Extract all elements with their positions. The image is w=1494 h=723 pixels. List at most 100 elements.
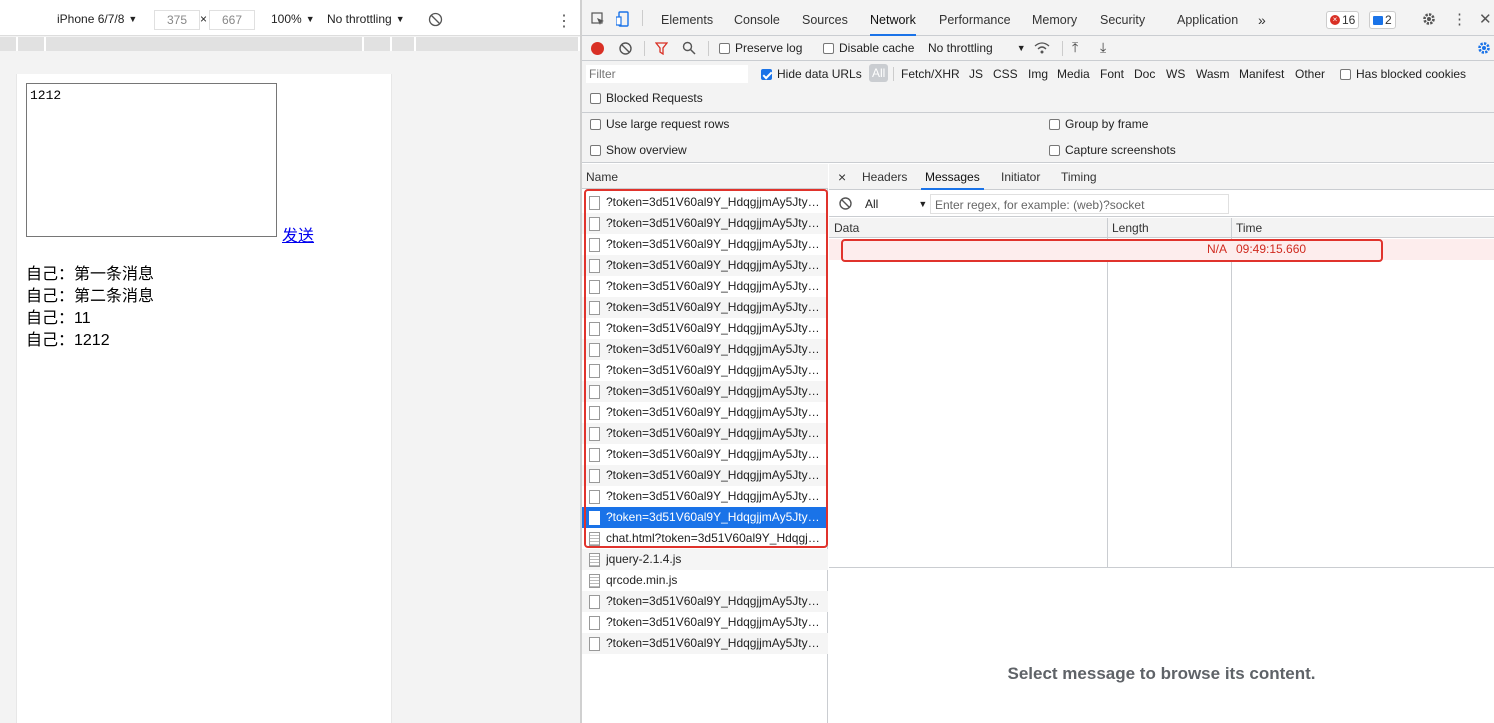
highlight-box: [841, 239, 1383, 262]
request-row[interactable]: jquery-2.1.4.js: [582, 549, 828, 570]
filter-type-fetch-xhr[interactable]: Fetch/XHR: [901, 67, 960, 81]
tab-initiator[interactable]: Initiator: [1001, 164, 1040, 190]
ruler-segment[interactable]: [364, 37, 392, 51]
disable-cache-checkbox[interactable]: Disable cache: [823, 41, 914, 55]
network-throttle-select[interactable]: No throttling ▼: [928, 41, 1026, 55]
checkbox-box: [1049, 144, 1060, 156]
search-icon[interactable]: [682, 41, 696, 55]
group-by-frame-checkbox[interactable]: Group by frame: [1049, 117, 1148, 131]
filter-type-manifest[interactable]: Manifest: [1239, 67, 1284, 81]
device-toolbar: iPhone 6/7/8 ▼ 375 × 667 100% ▼ No throt…: [0, 0, 580, 36]
rotate-icon[interactable]: [428, 12, 443, 27]
more-options-icon[interactable]: ⋮: [556, 11, 572, 31]
height-input[interactable]: 667: [209, 10, 255, 30]
filter-type-media[interactable]: Media: [1057, 67, 1090, 81]
filter-type-font[interactable]: Font: [1100, 67, 1124, 81]
show-overview-checkbox[interactable]: Show overview: [590, 143, 687, 157]
request-row[interactable]: qrcode.min.js: [582, 570, 828, 591]
tab-messages[interactable]: Messages: [921, 164, 984, 190]
column-time[interactable]: Time: [1236, 218, 1262, 238]
inspect-element-icon[interactable]: [591, 12, 605, 26]
show-overview-label: Show overview: [606, 143, 687, 157]
capture-screenshots-checkbox[interactable]: Capture screenshots: [1049, 143, 1176, 157]
column-data[interactable]: Data: [834, 218, 859, 238]
document-file-icon: [589, 573, 600, 588]
request-name: ?token=3d51V60al9Y_HdqgjjmAy5JtyKZiUOL5: [606, 615, 822, 629]
ruler-segment[interactable]: [0, 37, 18, 51]
import-har-icon[interactable]: ⤒: [1072, 39, 1078, 56]
tab-performance[interactable]: Performance: [939, 0, 1011, 36]
close-devtools-icon[interactable]: ✕: [1479, 10, 1492, 28]
filter-type-wasm[interactable]: Wasm: [1196, 67, 1230, 81]
regex-filter-input[interactable]: Enter regex, for example: (web)?socket: [930, 194, 1229, 214]
column-length[interactable]: Length: [1112, 218, 1149, 238]
device-select[interactable]: iPhone 6/7/8 ▼: [57, 12, 137, 26]
throttle-select[interactable]: No throttling ▼: [327, 12, 405, 26]
device-label: iPhone 6/7/8: [57, 12, 125, 26]
tab-timing[interactable]: Timing: [1061, 164, 1097, 190]
chevron-down-icon: ▼: [305, 14, 315, 24]
more-tabs-icon[interactable]: »: [1258, 0, 1266, 36]
request-name: ?token=3d51V60al9Y_HdqgjjmAy5JtyKZiUOL5: [606, 636, 822, 650]
tab-elements[interactable]: Elements: [661, 0, 713, 36]
name-column-header[interactable]: Name: [582, 164, 828, 189]
send-link[interactable]: 发送: [282, 222, 314, 246]
blocked-requests-checkbox[interactable]: Blocked Requests: [590, 91, 703, 105]
network-settings-gear-icon[interactable]: [1477, 41, 1491, 55]
filter-type-all[interactable]: All: [869, 64, 889, 82]
record-icon[interactable]: [591, 42, 604, 55]
network-conditions-icon[interactable]: [1034, 41, 1050, 55]
filter-type-other[interactable]: Other: [1295, 67, 1325, 81]
ruler-segment[interactable]: [392, 37, 416, 51]
large-rows-checkbox[interactable]: Use large request rows: [590, 117, 729, 131]
width-input[interactable]: 375: [154, 10, 200, 30]
message-type-label: All: [865, 197, 879, 211]
devtools-menu-icon[interactable]: ⋮: [1452, 10, 1467, 28]
filter-type-img[interactable]: Img: [1028, 67, 1048, 81]
tab-network[interactable]: Network: [870, 0, 916, 36]
ruler-segment[interactable]: [18, 37, 46, 51]
disable-cache-label: Disable cache: [839, 41, 915, 55]
request-row[interactable]: ?token=3d51V60al9Y_HdqgjjmAy5JtyKZiUOL5: [582, 612, 828, 633]
detail-tabbar: × Headers Messages Initiator Timing: [829, 164, 1494, 190]
close-detail-icon[interactable]: ×: [838, 164, 846, 190]
checkbox-box: [823, 42, 834, 54]
tab-security[interactable]: Security: [1100, 0, 1145, 36]
filter-input[interactable]: [586, 65, 748, 83]
chat-message: 自己：第一条消息: [26, 266, 155, 283]
filter-type-doc[interactable]: Doc: [1134, 67, 1155, 81]
has-blocked-cookies-checkbox[interactable]: Has blocked cookies: [1340, 67, 1466, 81]
filter-type-css[interactable]: CSS: [993, 67, 1018, 81]
tab-console[interactable]: Console: [734, 0, 780, 36]
message-textarea[interactable]: 1212: [26, 83, 277, 237]
zoom-select[interactable]: 100% ▼: [271, 12, 315, 26]
filter-bar: Hide data URLs All Fetch/XHR JS CSS Img …: [582, 61, 1494, 113]
ruler-segment[interactable]: [416, 37, 580, 51]
chat-list: 自己：第一条消息 自己：第二条消息 自己：11 自己：1212: [26, 264, 154, 352]
checkbox-box: [719, 42, 730, 54]
tab-memory[interactable]: Memory: [1032, 0, 1077, 36]
tab-sources[interactable]: Sources: [802, 0, 848, 36]
device-toggle-icon[interactable]: [616, 11, 630, 27]
message-type-select[interactable]: All ▼: [865, 197, 927, 211]
websocket-file-icon: [589, 636, 600, 651]
clear-messages-icon[interactable]: [839, 197, 852, 210]
tab-headers[interactable]: Headers: [862, 164, 907, 190]
info-badge[interactable]: 2: [1369, 11, 1396, 29]
error-badge[interactable]: × 16: [1326, 11, 1360, 29]
settings-gear-icon[interactable]: [1422, 12, 1436, 26]
filter-icon[interactable]: [655, 42, 668, 55]
times-sign: ×: [200, 12, 208, 26]
hide-data-urls-checkbox[interactable]: Hide data URLs: [761, 67, 862, 81]
preserve-log-checkbox[interactable]: Preserve log: [719, 41, 802, 55]
network-throttle-label: No throttling: [928, 41, 993, 55]
clear-icon[interactable]: [619, 42, 632, 55]
request-row[interactable]: ?token=3d51V60al9Y_HdqgjjmAy5JtyKZiUOL5: [582, 633, 828, 654]
export-har-icon[interactable]: ⤓: [1100, 39, 1106, 56]
messages-header: Data Length Time: [829, 218, 1494, 238]
filter-type-ws[interactable]: WS: [1166, 67, 1185, 81]
tab-application[interactable]: Application: [1177, 0, 1238, 36]
request-row[interactable]: ?token=3d51V60al9Y_HdqgjjmAy5JtyKZiUOL5: [582, 591, 828, 612]
ruler-segment[interactable]: [46, 37, 364, 51]
filter-type-js[interactable]: JS: [969, 67, 983, 81]
